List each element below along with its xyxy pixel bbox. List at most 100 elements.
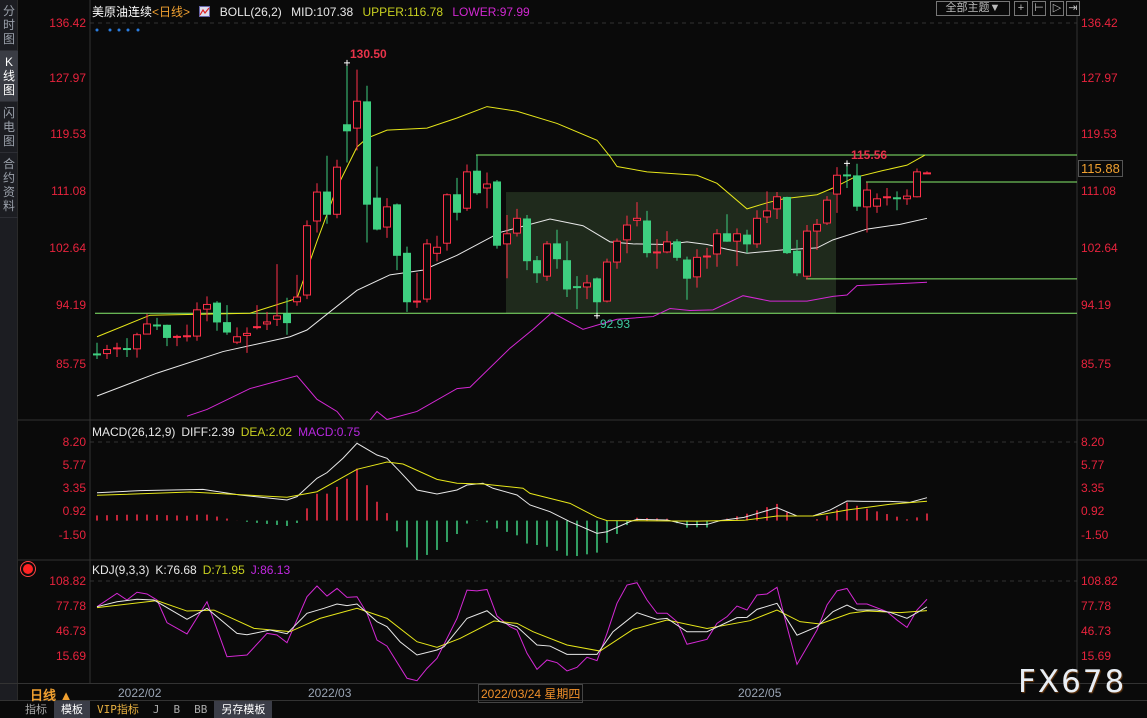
candle-down	[473, 170, 481, 194]
candle-down	[343, 124, 351, 132]
marker-cross-icon	[844, 160, 850, 167]
signal-dot	[108, 28, 112, 32]
price-axis-left-label: 94.19	[55, 298, 86, 312]
time-axis-label: 2022/03	[308, 686, 352, 700]
sidebar-tab-flash[interactable]: 闪电图	[0, 102, 18, 153]
low-annotation: 92.93	[600, 317, 631, 331]
candle-up	[113, 347, 121, 350]
candle-up	[913, 171, 921, 198]
candle-up	[133, 334, 141, 350]
candle-down	[453, 194, 461, 213]
tab-indicators[interactable]: 指标	[18, 701, 54, 718]
candle-up	[813, 223, 821, 232]
candle-up	[233, 336, 241, 343]
sidebar-tab-contract-info[interactable]: 合约资料	[0, 153, 18, 218]
candle-up	[173, 335, 181, 338]
candle-up	[263, 321, 271, 325]
kdj-j: J:86.13	[250, 563, 291, 577]
candle-down	[743, 234, 751, 245]
candle-up	[293, 296, 301, 303]
candle-up	[703, 255, 711, 258]
play-forward-icon[interactable]: ▷	[1050, 1, 1064, 16]
candle-up	[923, 172, 931, 175]
candle-up	[383, 206, 391, 228]
candle-down	[223, 322, 231, 333]
chart-canvas[interactable]	[0, 0, 1147, 718]
recent-high-annotation: 115.56	[851, 148, 888, 162]
tab-vip-indicators[interactable]: VIP指标	[90, 701, 146, 718]
candle-down	[643, 220, 651, 254]
price-axis-left-label: 127.97	[49, 71, 86, 85]
macd-diff-line	[96, 442, 928, 534]
signal-dot	[136, 28, 140, 32]
settings-sun-icon[interactable]	[23, 564, 33, 574]
boll-upper: UPPER:116.78	[362, 5, 444, 19]
theme-dropdown[interactable]: 全部主题▼	[936, 1, 1010, 16]
tab-b[interactable]: B	[167, 701, 188, 718]
tab-templates[interactable]: 模板	[54, 701, 90, 718]
boll-legend: 美原油连续<日线> BOLL(26,2) MID:107.38 UPPER:11…	[92, 3, 536, 20]
candle-down	[783, 196, 791, 254]
tab-j[interactable]: J	[146, 701, 167, 718]
zoom-to-start-icon[interactable]: ⊢	[1032, 1, 1046, 16]
sidebar-tab-kline[interactable]: K线图	[0, 51, 18, 102]
candle-up	[613, 240, 621, 263]
candle-down	[723, 233, 731, 242]
candle-up	[313, 191, 321, 222]
tab-bb[interactable]: BB	[187, 701, 214, 718]
candle-down	[323, 191, 331, 215]
candle-down	[853, 175, 861, 207]
candle-up	[183, 335, 191, 338]
candle-down	[403, 252, 411, 303]
candle-up	[103, 349, 111, 355]
candle-down	[523, 218, 531, 262]
macd-axis-label: 0.92	[62, 504, 86, 518]
price-axis-left-label: 111.08	[51, 184, 86, 198]
period-label[interactable]: <日线>	[152, 5, 190, 19]
tab-save-template[interactable]: 另存模板	[214, 701, 273, 718]
candle-up	[833, 174, 841, 195]
kdj-pane	[96, 582, 928, 682]
price-axis-right-label: 136.42	[1081, 16, 1118, 30]
candle-up	[333, 166, 341, 215]
main-pane	[93, 59, 1077, 420]
candle-up	[253, 326, 261, 329]
macd-axis-label: 5.77	[1081, 458, 1105, 472]
candle-up	[203, 303, 211, 310]
candle-down	[683, 259, 691, 279]
candle-down	[893, 197, 901, 200]
candle-up	[243, 332, 251, 336]
price-axis-left-label: 119.53	[50, 127, 86, 141]
macd-dea-line	[96, 461, 928, 522]
candle-up	[903, 195, 911, 200]
candle-up	[803, 230, 811, 277]
candle-up	[423, 243, 431, 300]
candle-up	[773, 196, 781, 210]
macd-axis-label: 8.20	[1081, 435, 1105, 449]
candle-down	[593, 278, 601, 303]
macd-dea: DEA:2.02	[240, 425, 293, 439]
candle-up	[353, 100, 361, 129]
jump-to-end-icon[interactable]: ⇥	[1066, 1, 1080, 16]
price-axis-left-label: 85.75	[55, 357, 86, 371]
candle-up	[303, 225, 311, 296]
candle-up	[713, 233, 721, 255]
candle-down	[363, 101, 371, 205]
macd-title: MACD(26,12,9)	[92, 425, 176, 439]
boll-lower: LOWER:97.99	[452, 5, 530, 19]
sidebar-tab-timeshare[interactable]: 分时图	[0, 0, 18, 51]
kdj-j-line	[96, 582, 928, 682]
signal-dot	[117, 28, 121, 32]
indicator-chart-icon[interactable]	[199, 6, 211, 17]
kdj-axis-label: 15.69	[1081, 649, 1112, 663]
candle-down	[793, 250, 801, 274]
crosshair-icon[interactable]: +	[1014, 1, 1028, 16]
macd-axis-label: -1.50	[1081, 528, 1109, 542]
watermark-logo: FX678	[1018, 664, 1127, 700]
candle-up	[753, 217, 761, 245]
kdj-axis-label: 77.78	[55, 599, 86, 613]
candle-down	[533, 260, 541, 274]
kdj-d: D:71.95	[202, 563, 245, 577]
candle-down	[393, 204, 401, 256]
cursor-date-label: 2022/03/24 星期四	[478, 684, 584, 703]
